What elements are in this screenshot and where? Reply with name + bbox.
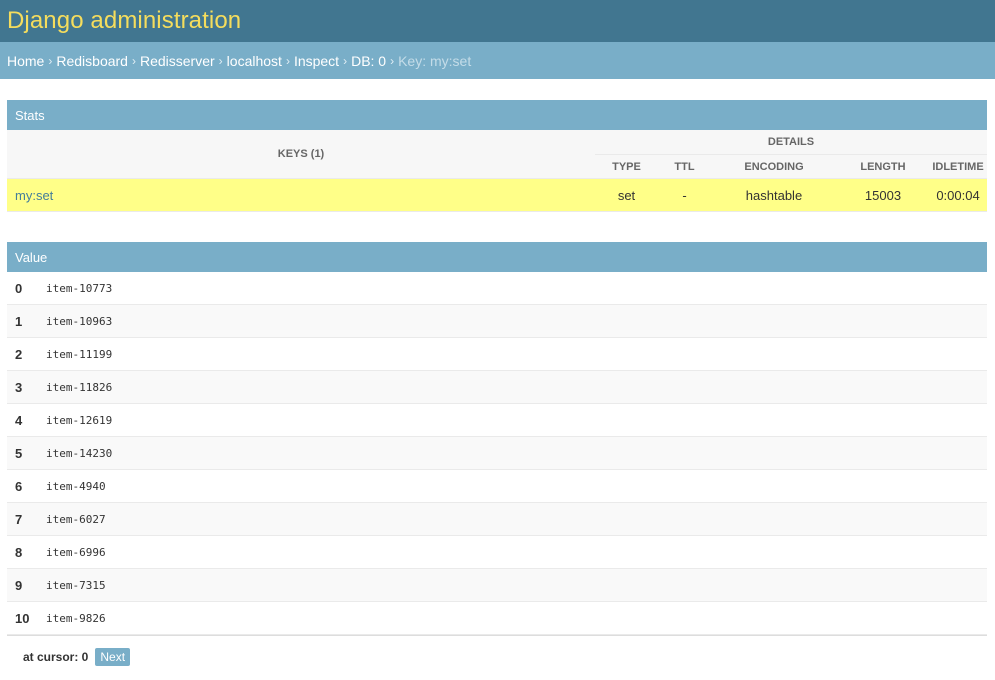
- value-row: 5 item-14230: [7, 437, 987, 470]
- breadcrumb-db[interactable]: DB: 0: [351, 53, 386, 69]
- value-index: 4: [15, 412, 23, 428]
- key-ttl: -: [682, 187, 687, 203]
- breadcrumb: Home › Redisboard › Redisserver › localh…: [0, 42, 995, 79]
- value-index: 6: [15, 478, 23, 494]
- key-row: my:set set - hashtable 15003 0:00:04: [7, 179, 987, 212]
- value-item: item-14230: [46, 446, 113, 460]
- value-row: 3 item-11826: [7, 371, 987, 404]
- breadcrumb-separator: ›: [343, 53, 348, 68]
- value-row: 7 item-6027: [7, 503, 987, 536]
- value-index: 5: [15, 445, 23, 461]
- value-row: 9 item-7315: [7, 569, 987, 602]
- breadcrumb-separator: ›: [218, 53, 223, 68]
- value-index: 1: [15, 313, 23, 329]
- value-row: 0 item-10773: [7, 272, 987, 305]
- next-button[interactable]: Next: [95, 648, 131, 666]
- stats-table-header: KEYS (1) DETAILS TYPE TTL ENCODING LENGT…: [7, 130, 987, 179]
- key-encoding: hashtable: [745, 187, 803, 203]
- value-item: item-7315: [46, 578, 106, 592]
- breadcrumb-localhost[interactable]: localhost: [227, 53, 282, 69]
- site-header: Django administration: [0, 0, 995, 42]
- breadcrumb-separator: ›: [48, 53, 53, 68]
- key-link[interactable]: my:set: [15, 179, 53, 211]
- value-item: item-12619: [46, 413, 113, 427]
- value-item: item-6996: [46, 545, 106, 559]
- value-index: 10: [15, 610, 30, 626]
- breadcrumb-inspect[interactable]: Inspect: [294, 53, 339, 69]
- breadcrumb-redisserver[interactable]: Redisserver: [140, 53, 215, 69]
- value-item: item-11199: [46, 347, 113, 361]
- type-column-header: TYPE: [612, 160, 641, 173]
- cursor-label: at cursor: 0: [23, 650, 89, 664]
- value-index: 3: [15, 379, 23, 395]
- key-length: 15003: [864, 187, 902, 203]
- value-item: item-10963: [46, 314, 113, 328]
- value-row: 2 item-11199: [7, 338, 987, 371]
- value-row: 6 item-4940: [7, 470, 987, 503]
- length-column-header: LENGTH: [860, 160, 906, 173]
- breadcrumb-current: Key: my:set: [398, 52, 472, 69]
- breadcrumb-redisboard[interactable]: Redisboard: [56, 53, 128, 69]
- value-row: 8 item-6996: [7, 536, 987, 569]
- value-item: item-6027: [46, 512, 106, 526]
- value-caption: Value: [7, 242, 987, 272]
- pager: at cursor: 0 Next: [23, 648, 131, 666]
- key-type: set: [617, 187, 636, 203]
- value-item: item-4940: [46, 479, 106, 493]
- idletime-column-header: IDLETIME: [932, 160, 984, 173]
- keys-column-header: KEYS (1): [277, 148, 325, 160]
- value-item: item-10773: [46, 281, 113, 295]
- stats-caption: Stats: [7, 100, 987, 130]
- value-index: 2: [15, 346, 23, 362]
- breadcrumb-separator: ›: [390, 53, 395, 68]
- value-index: 8: [15, 544, 23, 560]
- breadcrumb-separator: ›: [285, 53, 290, 68]
- value-index: 9: [15, 577, 23, 593]
- stats-module: Stats KEYS (1) DETAILS TYPE TTL ENCODING…: [7, 100, 987, 212]
- value-row: 1 item-10963: [7, 305, 987, 338]
- details-column-header: DETAILS: [595, 130, 987, 155]
- site-name[interactable]: Django administration: [7, 7, 241, 35]
- value-row: 10 item-9826: [7, 602, 987, 635]
- value-item: item-9826: [46, 611, 106, 625]
- value-index: 7: [15, 511, 23, 527]
- breadcrumb-separator: ›: [131, 53, 136, 68]
- ttl-column-header: TTL: [674, 160, 695, 173]
- value-item: item-11826: [46, 380, 113, 394]
- value-module: Value 0 item-10773 1 item-10963 2 item-1119…: [7, 242, 987, 636]
- value-row: 4 item-12619: [7, 404, 987, 437]
- encoding-column-header: ENCODING: [744, 160, 804, 173]
- breadcrumb-home[interactable]: Home: [7, 53, 44, 69]
- key-idletime: 0:00:04: [936, 187, 980, 203]
- value-index: 0: [15, 280, 23, 296]
- value-table: 0 item-10773 1 item-10963 2 item-11199 3 ite…: [7, 272, 987, 636]
